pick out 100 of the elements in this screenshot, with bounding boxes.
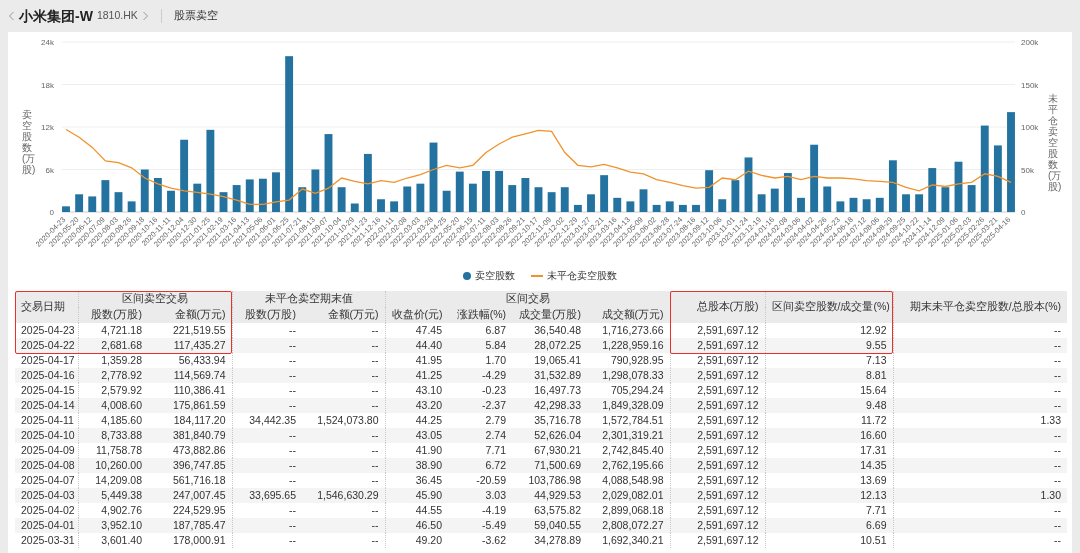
table-cell: 175,861.59 xyxy=(148,398,232,413)
table-cell: -- xyxy=(302,368,385,383)
bar xyxy=(888,160,897,212)
table-cell: 790,928.95 xyxy=(587,353,670,368)
table-cell: 114,569.74 xyxy=(148,368,232,383)
table-cell: 705,294.24 xyxy=(587,383,670,398)
table-cell: 67,930.21 xyxy=(512,443,587,458)
table-cell: -- xyxy=(232,458,302,473)
table-cell: 184,117.20 xyxy=(148,413,232,428)
table-cell: 71,500.69 xyxy=(512,458,587,473)
table-cell: 221,519.55 xyxy=(148,323,232,338)
bar xyxy=(757,194,766,212)
table-cell: 2025-04-15 xyxy=(15,383,78,398)
table-cell: 2025-04-01 xyxy=(15,518,78,533)
column-header[interactable]: 总股本(万股) xyxy=(670,291,765,323)
axis-tick-label: 18k xyxy=(41,80,54,90)
column-header[interactable]: 成交额(万元) xyxy=(587,307,670,323)
column-header[interactable]: 交易日期 xyxy=(15,291,78,323)
bar xyxy=(298,187,307,212)
table-cell: 49.20 xyxy=(385,533,448,548)
table-cell: -- xyxy=(302,338,385,353)
bar xyxy=(363,153,372,212)
column-group-header: 未平仓卖空期末值 xyxy=(232,291,385,307)
table-cell: -- xyxy=(302,353,385,368)
table-cell: 2025-04-16 xyxy=(15,368,78,383)
bar xyxy=(902,194,910,212)
axis-tick-label: 150k xyxy=(1021,80,1039,90)
table-cell: 16.60 xyxy=(765,428,893,443)
table-cell: 2,591,697.12 xyxy=(670,428,765,443)
table-cell: 2,301,319.21 xyxy=(587,428,670,443)
bar xyxy=(272,172,280,212)
chevron-left-icon[interactable] xyxy=(8,11,15,21)
bar xyxy=(915,194,924,212)
table-cell: 2025-04-08 xyxy=(15,458,78,473)
table-cell: 2,591,697.12 xyxy=(670,518,765,533)
table-cell: -- xyxy=(302,383,385,398)
table-cell: 2025-04-10 xyxy=(15,428,78,443)
table-cell: 396,747.85 xyxy=(148,458,232,473)
axis-tick-label: 6k xyxy=(45,165,54,175)
table-cell: 2,742,845.40 xyxy=(587,443,670,458)
table-cell: 2,899,068.18 xyxy=(587,503,670,518)
bar xyxy=(560,187,569,212)
table-cell: 2,778.92 xyxy=(78,368,148,383)
column-header[interactable]: 收盘价(元) xyxy=(385,307,448,323)
axis-tick-label: 0 xyxy=(49,208,54,217)
bar xyxy=(823,186,832,212)
bar xyxy=(167,190,175,212)
bar xyxy=(665,201,674,212)
table-cell: -0.23 xyxy=(448,383,512,398)
table-cell: 8.81 xyxy=(765,368,893,383)
column-header[interactable]: 金额(万元) xyxy=(302,307,385,323)
bar xyxy=(455,171,464,212)
bar xyxy=(862,199,871,212)
table-cell: 1,524,073.80 xyxy=(302,413,385,428)
bar xyxy=(678,204,687,212)
table-cell: 117,435.27 xyxy=(148,338,232,353)
table-cell: -- xyxy=(302,503,385,518)
chevron-right-icon[interactable] xyxy=(141,11,149,21)
table-cell: 2025-04-14 xyxy=(15,398,78,413)
bar xyxy=(337,187,346,212)
table-cell: -- xyxy=(302,428,385,443)
table-cell: 42,298.33 xyxy=(512,398,587,413)
bar xyxy=(587,194,595,212)
table-cell: -4.29 xyxy=(448,368,512,383)
table-cell: 1,716,273.66 xyxy=(587,323,670,338)
bar xyxy=(232,185,241,212)
bar xyxy=(770,188,779,212)
column-header[interactable]: 金额(万元) xyxy=(148,307,232,323)
table-cell: 56,433.94 xyxy=(148,353,232,368)
table-cell: 1,572,784.51 xyxy=(587,413,670,428)
table-cell: 381,840.79 xyxy=(148,428,232,443)
table-cell: 2025-04-11 xyxy=(15,413,78,428)
table-cell: 14.35 xyxy=(765,458,893,473)
table-cell: 33,695.65 xyxy=(232,488,302,503)
table-cell: -- xyxy=(893,533,1067,548)
table-cell: 5,449.38 xyxy=(78,488,148,503)
column-header[interactable]: 期末未平仓卖空股数/总股本(%) xyxy=(893,291,1067,323)
bar xyxy=(153,178,162,212)
table-cell: -2.37 xyxy=(448,398,512,413)
column-header[interactable]: 股数(万股) xyxy=(78,307,148,323)
bar xyxy=(258,178,267,212)
table-cell: 38.90 xyxy=(385,458,448,473)
table-cell: 9.48 xyxy=(765,398,893,413)
table-cell: 46.50 xyxy=(385,518,448,533)
column-header[interactable]: 区间卖空股数/成交量(%) xyxy=(765,291,893,323)
column-header[interactable]: 成交量(万股) xyxy=(512,307,587,323)
bar xyxy=(626,201,635,212)
table-cell: 4,008.60 xyxy=(78,398,148,413)
column-header[interactable]: 股数(万股) xyxy=(232,307,302,323)
table-cell: 2,808,072.27 xyxy=(587,518,670,533)
bar xyxy=(600,175,609,212)
table-cell: 2,681.68 xyxy=(78,338,148,353)
bar xyxy=(797,197,805,212)
table-cell: 3,952.10 xyxy=(78,518,148,533)
stock-code: 1810.HK xyxy=(96,8,138,24)
table-cell: -- xyxy=(893,368,1067,383)
table-cell: 2,591,697.12 xyxy=(670,488,765,503)
bar xyxy=(639,189,648,212)
table-cell: -- xyxy=(893,518,1067,533)
column-header[interactable]: 涨跌幅(%) xyxy=(448,307,512,323)
